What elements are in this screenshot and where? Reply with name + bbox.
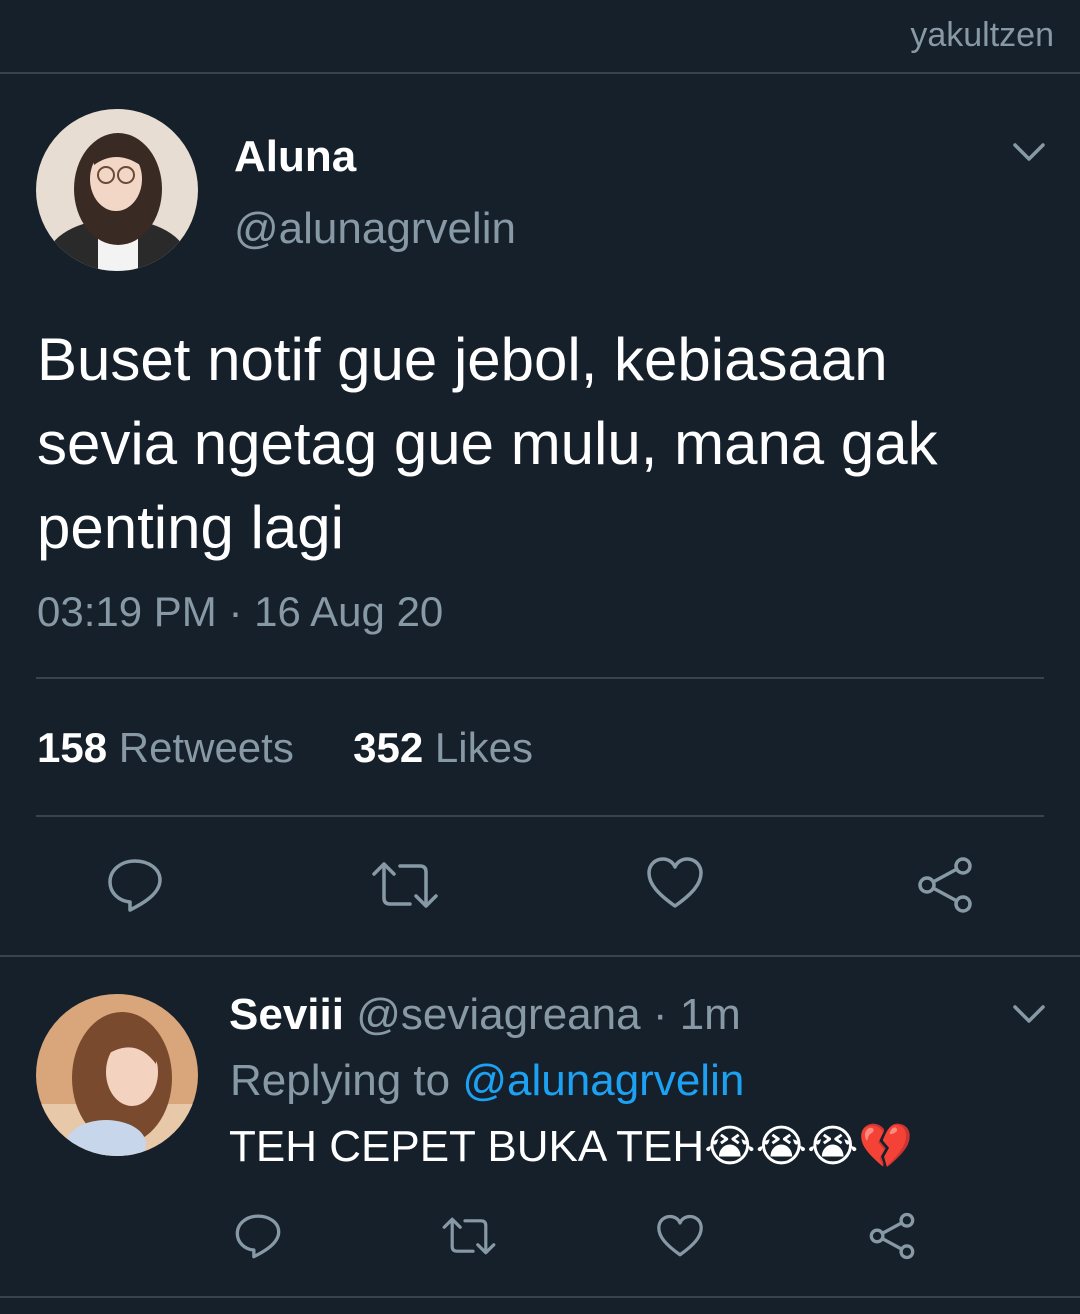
retweets-count: 158 (37, 724, 108, 771)
heart-icon (647, 857, 703, 908)
reply-author-name[interactable]: Seviii (229, 990, 344, 1039)
like-button[interactable] (646, 856, 704, 910)
share-button[interactable] (916, 856, 974, 914)
replying-to: Replying to @alunagrvelin (230, 1056, 744, 1106)
tweet-text-line: penting lagi (37, 494, 344, 561)
share-icon (918, 857, 972, 913)
retweets-stat[interactable]: 158 Retweets (37, 724, 306, 771)
retweet-icon (442, 1217, 496, 1255)
replying-to-mention[interactable]: @alunagrvelin (462, 1056, 744, 1105)
retweet-button[interactable] (370, 858, 440, 912)
retweets-label: Retweets (118, 724, 294, 771)
reply-author-handle[interactable]: @seviagreana (356, 990, 640, 1039)
tweet-text: Buset notif gue jebol, kebiasaan sevia n… (37, 318, 1047, 570)
likes-count: 352 (353, 724, 424, 771)
author-name[interactable]: Aluna (234, 132, 356, 182)
tweet-text-line: sevia ngetag gue mulu, mana gak (37, 410, 938, 477)
reply-reply-button[interactable] (234, 1212, 282, 1260)
reply-emojis: 😭😭😭💔 (704, 1121, 914, 1172)
tweet-detail-screen: yakultzen Aluna @alunagrvelin Buset noti… (0, 0, 1080, 1314)
reply-author-avatar[interactable] (36, 994, 198, 1156)
tweet-timestamp[interactable]: 03:19 PM · 16 Aug 20 (37, 588, 443, 636)
chevron-down-icon[interactable] (1012, 1002, 1046, 1031)
reply-share-button[interactable] (868, 1212, 916, 1260)
heart-icon (657, 1214, 703, 1257)
reply-button[interactable] (106, 856, 164, 914)
likes-stat[interactable]: 352 Likes (353, 724, 533, 771)
reply-text-body: TEH CEPET BUKA TEH (229, 1122, 705, 1171)
reply-time: · 1m (652, 990, 741, 1039)
chevron-down-icon[interactable] (1012, 140, 1046, 169)
tweet-text-line: Buset notif gue jebol, kebiasaan (37, 326, 888, 393)
reply-icon (108, 859, 162, 912)
divider (0, 955, 1080, 957)
reply-text: TEH CEPET BUKA TEH😭😭😭💔 (229, 1120, 913, 1172)
reply-icon (235, 1214, 281, 1259)
watermark: yakultzen (910, 16, 1054, 54)
tweet-stats: 158 Retweets 352 Likes (37, 724, 533, 772)
top-bar: yakultzen (0, 0, 1080, 74)
reply-retweet-button[interactable] (441, 1214, 497, 1258)
author-avatar[interactable] (36, 109, 198, 271)
likes-label: Likes (434, 724, 533, 771)
divider (0, 1296, 1080, 1298)
divider (36, 815, 1044, 817)
reply-like-button[interactable] (656, 1214, 704, 1258)
reply-header: Seviii @seviagreana · 1m (229, 990, 741, 1040)
retweet-icon (372, 862, 438, 908)
divider (36, 677, 1044, 679)
author-handle[interactable]: @alunagrvelin (234, 204, 516, 254)
share-icon (869, 1212, 915, 1260)
replying-to-label: Replying to (230, 1056, 451, 1105)
